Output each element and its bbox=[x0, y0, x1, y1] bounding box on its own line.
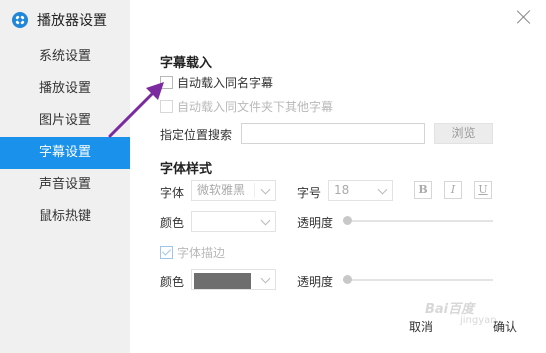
sidebar-item-image[interactable]: 图片设置 bbox=[0, 105, 130, 137]
close-icon[interactable] bbox=[516, 9, 532, 25]
auto-load-other-checkbox bbox=[160, 99, 173, 113]
outline-opacity-slider[interactable] bbox=[343, 275, 493, 285]
outline-opacity-label: 透明度 bbox=[297, 275, 334, 289]
font-size-select[interactable]: 18 bbox=[328, 180, 393, 201]
subtitle-load-title: 字幕载入 bbox=[160, 56, 213, 71]
italic-button[interactable]: I bbox=[444, 181, 462, 199]
outline-color-label: 颜色 bbox=[160, 275, 185, 289]
chevron-down-icon bbox=[377, 184, 388, 195]
font-outline-checkbox bbox=[160, 245, 173, 259]
auto-load-same-name-checkbox[interactable] bbox=[160, 75, 173, 89]
auto-load-same-name-label: 自动载入同名字幕 bbox=[177, 75, 274, 90]
outline-color-select[interactable] bbox=[191, 269, 276, 290]
app-title: 播放器设置 bbox=[37, 13, 107, 29]
font-select-value: 微软雅黑 bbox=[197, 183, 246, 197]
font-color-label: 颜色 bbox=[160, 216, 185, 230]
font-color-select[interactable] bbox=[191, 211, 276, 232]
font-label: 字体 bbox=[160, 186, 185, 200]
auto-load-other-label: 自动载入同文件夹下其他字幕 bbox=[177, 99, 334, 114]
player-logo-icon bbox=[12, 12, 28, 28]
font-color-swatch bbox=[194, 215, 251, 231]
browse-button[interactable]: 浏览 bbox=[434, 123, 493, 144]
chevron-down-icon bbox=[260, 184, 271, 195]
underline-button[interactable]: U bbox=[474, 181, 492, 199]
outline-color-swatch bbox=[194, 273, 251, 289]
baidu-watermark-sub: jingyan bbox=[460, 315, 497, 326]
ok-button[interactable]: 确认 bbox=[493, 318, 517, 335]
cancel-button[interactable]: 取消 bbox=[409, 318, 433, 335]
bold-button[interactable]: B bbox=[414, 181, 432, 199]
chevron-down-icon bbox=[260, 215, 271, 226]
font-outline-option: 字体描边 bbox=[160, 244, 225, 260]
sidebar-item-hotkeys[interactable]: 鼠标热键 bbox=[0, 201, 130, 233]
sidebar-item-playback[interactable]: 播放设置 bbox=[0, 73, 130, 105]
font-opacity-label: 透明度 bbox=[297, 216, 334, 230]
sidebar-item-system[interactable]: 系统设置 bbox=[0, 41, 130, 73]
auto-load-other-option: 自动载入同文件夹下其他字幕 bbox=[160, 98, 333, 114]
sidebar: 播放器设置 系统设置 播放设置 图片设置 字幕设置 声音设置 鼠标热键 bbox=[0, 0, 130, 353]
font-size-value: 18 bbox=[334, 183, 350, 197]
font-select[interactable]: 微软雅黑 bbox=[191, 180, 276, 201]
font-opacity-slider-thumb[interactable] bbox=[343, 216, 352, 225]
font-opacity-slider[interactable] bbox=[343, 216, 493, 226]
search-location-input[interactable] bbox=[241, 123, 425, 144]
auto-load-same-name-option[interactable]: 自动载入同名字幕 bbox=[160, 74, 273, 90]
app-header: 播放器设置 bbox=[12, 10, 107, 30]
sidebar-item-subtitle[interactable]: 字幕设置 bbox=[0, 137, 130, 169]
chevron-down-icon bbox=[260, 273, 271, 284]
font-size-label: 字号 bbox=[297, 186, 322, 200]
search-location-label: 指定位置搜索 bbox=[160, 128, 233, 142]
font-style-title: 字体样式 bbox=[160, 162, 213, 177]
settings-nav: 系统设置 播放设置 图片设置 字幕设置 声音设置 鼠标热键 bbox=[0, 41, 130, 233]
outline-opacity-slider-thumb[interactable] bbox=[343, 275, 352, 284]
sidebar-item-audio[interactable]: 声音设置 bbox=[0, 169, 130, 201]
font-outline-label: 字体描边 bbox=[177, 245, 226, 260]
